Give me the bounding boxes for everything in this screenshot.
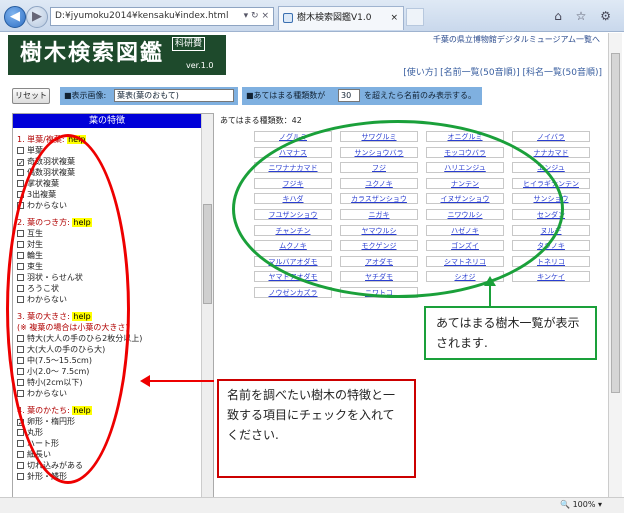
new-tab-button[interactable] — [406, 8, 424, 26]
feature-checkbox[interactable] — [17, 147, 24, 154]
threshold-select[interactable]: 30 — [338, 89, 360, 102]
logo-version: ver.1.0 — [186, 61, 214, 70]
feature-checkbox[interactable] — [17, 462, 24, 469]
threshold-label: ■あてはまる種類数が — [246, 91, 326, 100]
address-text: D:¥jyumoku2014¥kensaku¥index.html — [55, 11, 229, 21]
feature-callout: 名前を調べたい樹木の特徴と一致する項目にチェックを入れてください. — [217, 379, 416, 478]
display-image-label: ■表示画像: — [64, 91, 107, 100]
toolbar-icons[interactable]: ⌂ ☆ ⚙ — [554, 9, 616, 23]
section-title: 1. 単葉/複葉: help — [13, 134, 213, 145]
display-image-select[interactable]: 葉表(葉のおもて) — [114, 89, 234, 102]
feature-checkbox[interactable] — [17, 440, 24, 447]
reset-button[interactable]: リセット — [12, 88, 50, 104]
feature-pointer-arrow — [140, 375, 214, 387]
browser-toolbar: ◀ ▶ D:¥jyumoku2014¥kensaku¥index.html ▾ … — [0, 0, 624, 32]
threshold-control: ■あてはまる種類数が 30 を超えたら名前のみ表示する。 — [242, 87, 482, 105]
zoom-control[interactable]: 🔍 100% ▾ — [560, 498, 602, 512]
results-callout: あてはまる樹木一覧が表示されます. — [424, 306, 597, 360]
address-bar[interactable]: D:¥jyumoku2014¥kensaku¥index.html ▾ ↻ × — [50, 7, 274, 26]
control-bar: リセット ■表示画像: 葉表(葉のおもて) ■あてはまる種類数が 30 を超えた… — [0, 86, 608, 108]
browser-tab[interactable]: 樹木検索図鑑V1.0 × — [278, 6, 404, 30]
feature-highlight-oval — [6, 134, 130, 484]
threshold-suffix: を超えたら名前のみ表示する。 — [364, 91, 476, 100]
status-bar: 🔍 100% ▾ — [0, 497, 624, 513]
feature-scrollbar-thumb[interactable] — [203, 204, 212, 304]
species-link[interactable]: ノウゼンカズラ — [254, 287, 332, 298]
species-link[interactable]: キンケイ — [512, 271, 590, 283]
tab-favicon-icon — [283, 13, 293, 23]
feature-panel-heading: 葉の特徴 — [13, 114, 201, 128]
logo-title: 樹木検索図鑑 — [20, 41, 165, 66]
top-nav[interactable]: [使い方] [名前一覧(50音順)] [科名一覧(50音順)] — [403, 65, 602, 78]
feature-checkbox[interactable]: ✓ — [17, 159, 24, 167]
page-header: 樹木検索図鑑 科研費 ver.1.0 千葉の県立博物館デジタルミュージアム一覧へ… — [0, 33, 608, 78]
feature-checkbox[interactable] — [17, 473, 24, 480]
results-pointer-arrow — [484, 276, 496, 308]
page-scrollbar-thumb[interactable] — [611, 53, 620, 393]
feature-checkbox[interactable] — [17, 451, 24, 458]
tab-close-button[interactable]: × — [390, 7, 398, 29]
page-scrollbar[interactable] — [608, 33, 622, 497]
display-image-control: ■表示画像: 葉表(葉のおもて) — [60, 87, 238, 105]
tab-title: 樹木検索図鑑V1.0 — [297, 13, 372, 23]
results-highlight-oval — [232, 120, 564, 298]
feature-option[interactable]: 針形・鱗形 — [13, 471, 213, 482]
back-button[interactable]: ◀ — [4, 6, 26, 28]
result-count: あてはまる種類数：42 — [220, 116, 302, 125]
forward-button[interactable]: ▶ — [26, 6, 48, 28]
address-actions[interactable]: ▾ ↻ × — [244, 8, 269, 25]
museum-link[interactable]: 千葉の県立博物館デジタルミュージアム一覧へ — [433, 34, 600, 45]
feature-scrollbar[interactable] — [201, 114, 213, 497]
species-link[interactable]: ノイバラ — [512, 131, 590, 142]
feature-checkbox[interactable] — [17, 169, 24, 176]
logo-badge: 科研費 — [172, 37, 206, 51]
site-logo[interactable]: 樹木検索図鑑 科研費 ver.1.0 — [8, 35, 226, 75]
